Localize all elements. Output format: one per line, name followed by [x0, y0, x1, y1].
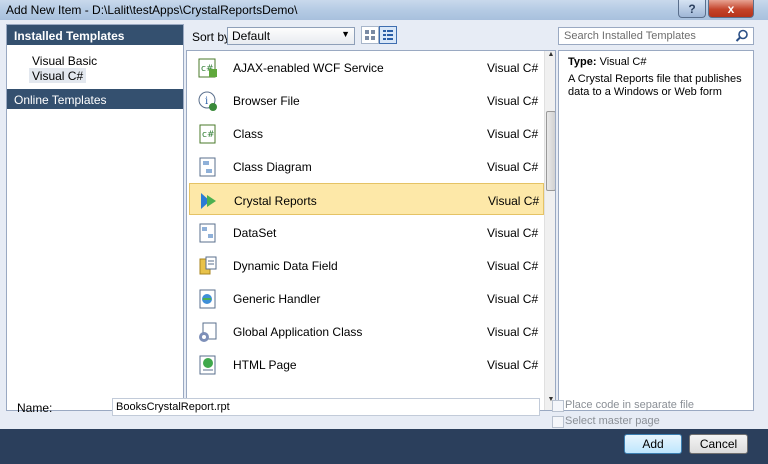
online-templates-header[interactable]: Online Templates [7, 89, 183, 109]
chevron-down-icon: ▼ [341, 29, 350, 39]
global-app-icon [199, 322, 217, 342]
template-language: Visual C# [487, 259, 539, 273]
window-title: Add New Item - D:\Lalit\testApps\Crystal… [6, 3, 298, 17]
installed-templates-header[interactable]: Installed Templates [7, 25, 183, 45]
scroll-up-arrow-icon[interactable]: ▲ [545, 51, 555, 65]
template-name: Crystal Reports [234, 194, 317, 208]
scrollbar-thumb[interactable] [546, 111, 555, 191]
template-name: Browser File [233, 94, 300, 108]
template-row-html-page[interactable]: HTML Page Visual C# [189, 348, 544, 380]
add-button[interactable]: Add [624, 434, 682, 454]
details-view-icon [383, 30, 393, 40]
template-language: Visual C# [487, 160, 539, 174]
search-installed-templates-input[interactable]: Search Installed Templates [558, 27, 754, 45]
svg-text:i: i [205, 96, 208, 107]
dataset-icon [199, 223, 216, 243]
template-language: Visual C# [487, 292, 539, 306]
name-label: Name: [17, 401, 53, 415]
template-info-panel: Type: Visual C# A Crystal Reports file t… [558, 50, 754, 411]
browser-file-icon: i [198, 91, 217, 111]
template-language: Visual C# [487, 61, 539, 75]
template-row-generic-handler[interactable]: Generic Handler Visual C# [189, 282, 544, 314]
template-name: HTML Page [233, 358, 297, 372]
template-name: Class Diagram [233, 160, 312, 174]
name-field[interactable]: BooksCrystalReport.rpt [112, 398, 540, 416]
template-type: Type: Visual C# [568, 56, 744, 68]
template-row-dynamic-data-field[interactable]: Dynamic Data Field Visual C# [189, 249, 544, 281]
sort-by-value: Default [232, 29, 271, 43]
type-value: Visual C# [599, 56, 647, 68]
template-name: Global Application Class [233, 325, 363, 339]
search-icon[interactable] [735, 29, 749, 43]
template-categories-panel: Installed Templates Visual Basic Visual … [6, 24, 184, 411]
list-view-icon [365, 30, 375, 40]
list-view-button[interactable] [361, 26, 379, 44]
template-language: Visual C# [488, 194, 540, 208]
template-row-class-diagram[interactable]: Class Diagram Visual C# [189, 150, 544, 182]
cancel-button[interactable]: Cancel [689, 434, 748, 454]
template-row-wcf-service[interactable]: c# AJAX-enabled WCF Service Visual C# [189, 51, 544, 83]
select-master-page-label: Select master page [565, 415, 660, 427]
template-name: DataSet [233, 226, 277, 240]
template-language: Visual C# [487, 325, 539, 339]
place-code-separate-checkbox[interactable] [552, 400, 564, 412]
close-button[interactable]: x [708, 0, 754, 18]
template-language: Visual C# [487, 226, 539, 240]
template-row-dataset[interactable]: DataSet Visual C# [189, 216, 544, 248]
template-name: Class [233, 127, 264, 141]
template-row-crystal-reports[interactable]: Crystal Reports Visual C# [189, 183, 544, 215]
template-row-browser-file[interactable]: i Browser File Visual C# [189, 84, 544, 116]
template-language: Visual C# [487, 127, 539, 141]
add-new-item-dialog: Installed Templates Visual Basic Visual … [0, 20, 768, 464]
dynamic-data-icon [199, 256, 217, 275]
help-button[interactable]: ? [678, 0, 706, 18]
details-view-button[interactable] [379, 26, 397, 44]
category-visual-basic[interactable]: Visual Basic [29, 53, 100, 68]
place-code-separate-label: Place code in separate file [565, 399, 695, 411]
template-row-class[interactable]: c# Class Visual C# [189, 117, 544, 149]
type-label: Type: [568, 56, 597, 68]
templates-scrollbar[interactable]: ▲ ▼ [544, 51, 555, 410]
class-icon: c# [199, 124, 216, 144]
search-placeholder: Search Installed Templates [564, 30, 696, 42]
html-page-icon [199, 355, 216, 375]
template-description: A Crystal Reports file that publishes da… [568, 73, 742, 98]
svg-text:c#: c# [202, 130, 215, 140]
class-diagram-icon [199, 157, 216, 177]
template-name: Dynamic Data Field [233, 259, 338, 273]
template-row-global-application-class[interactable]: Global Application Class Visual C# [189, 315, 544, 347]
select-master-page-checkbox[interactable] [552, 416, 564, 428]
template-language: Visual C# [487, 94, 539, 108]
crystal-reports-icon [201, 193, 216, 209]
title-bar: Add New Item - D:\Lalit\testApps\Crystal… [0, 0, 768, 20]
template-name: AJAX-enabled WCF Service [233, 61, 384, 75]
generic-handler-icon [199, 289, 216, 309]
category-visual-csharp[interactable]: Visual C# [29, 68, 87, 83]
template-language: Visual C# [487, 358, 539, 372]
templates-list[interactable]: c# AJAX-enabled WCF Service Visual C# i … [186, 50, 556, 411]
wcf-service-icon: c# [198, 58, 217, 78]
template-name: Generic Handler [233, 292, 321, 306]
sort-by-select[interactable]: Default ▼ [227, 27, 355, 45]
